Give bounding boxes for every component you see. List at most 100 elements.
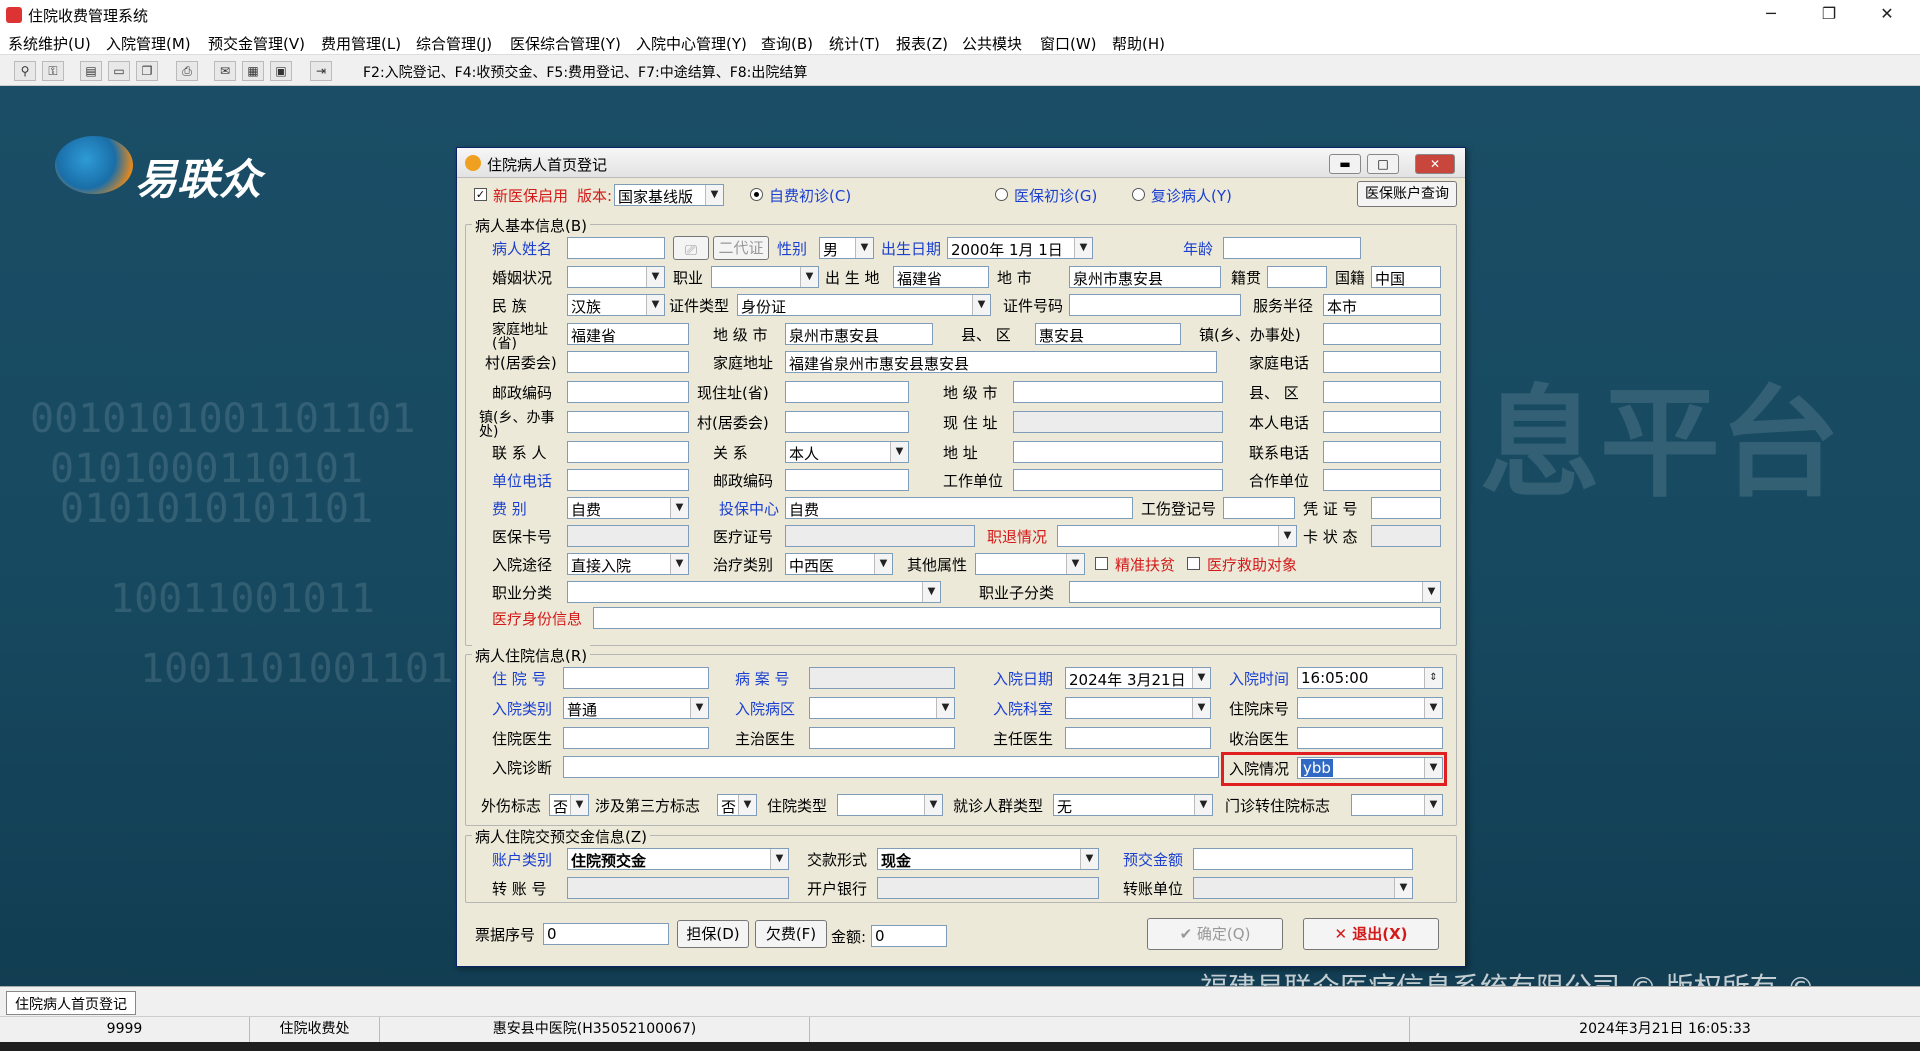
close-button[interactable]: ✕ bbox=[1864, 0, 1910, 30]
cur-village-field[interactable] bbox=[785, 411, 909, 433]
job-sub-select[interactable]: ▼ bbox=[1069, 581, 1441, 603]
money-field[interactable]: 0 bbox=[871, 925, 947, 947]
admit-way-select[interactable]: 直接入院 ▼ bbox=[567, 553, 689, 575]
age-field[interactable] bbox=[1223, 237, 1361, 259]
bed-select[interactable]: ▼ bbox=[1297, 697, 1443, 719]
monitor-icon[interactable]: ▭ bbox=[108, 61, 130, 81]
cur-town-field[interactable] bbox=[567, 411, 689, 433]
radius-field[interactable]: 本市 bbox=[1323, 294, 1441, 316]
menu-stats[interactable]: 统计(T) bbox=[829, 33, 880, 54]
trauma-select[interactable]: 否 ▼ bbox=[549, 794, 589, 816]
self-pay-radio[interactable] bbox=[750, 188, 763, 201]
retire-select[interactable]: ▼ bbox=[1057, 525, 1297, 547]
version-select[interactable]: 国家基线版 ▼ bbox=[614, 184, 724, 206]
hosp-no-field[interactable] bbox=[563, 667, 709, 689]
admit-time-field[interactable]: 16:05:00 ⇕ bbox=[1297, 667, 1443, 689]
addr-field[interactable] bbox=[1013, 441, 1223, 463]
home-prov-field[interactable]: 福建省 bbox=[567, 323, 689, 345]
tab-patient-registration[interactable]: 住院病人首页登记 bbox=[6, 991, 136, 1015]
card-reader-icon[interactable]: ⎚ bbox=[673, 236, 709, 260]
new-insurance-checkbox[interactable]: ✓ bbox=[474, 188, 487, 201]
work-unit-field[interactable] bbox=[1013, 469, 1223, 491]
relief-checkbox[interactable] bbox=[1187, 557, 1200, 570]
report-icon[interactable]: ▦ bbox=[242, 61, 264, 81]
card-state-field[interactable] bbox=[1371, 525, 1441, 547]
dob-picker[interactable]: 2000年 1月 1日 ▼ bbox=[947, 237, 1093, 259]
search-icon[interactable]: ⚲ bbox=[14, 61, 36, 81]
coop-unit-field[interactable] bbox=[1323, 469, 1441, 491]
acct-type-select[interactable]: 住院预交金 ▼ bbox=[567, 848, 789, 870]
treat-type-select[interactable]: 中西医 ▼ bbox=[785, 553, 893, 575]
med-identity-field[interactable] bbox=[593, 607, 1441, 629]
exit-icon[interactable]: ⇥ bbox=[310, 61, 332, 81]
city-field[interactable]: 泉州市惠安县 bbox=[1069, 266, 1221, 288]
relation-select[interactable]: 本人 ▼ bbox=[785, 441, 909, 463]
case-no-field[interactable] bbox=[809, 667, 955, 689]
cur-addr-field[interactable] bbox=[1013, 411, 1223, 433]
admit-kind-select[interactable]: 普通 ▼ bbox=[563, 697, 709, 719]
account-query-button[interactable]: 医保账户查询 bbox=[1357, 181, 1457, 207]
document-icon[interactable]: ▤ bbox=[80, 61, 102, 81]
amount-field[interactable] bbox=[1193, 848, 1413, 870]
doctor-field[interactable] bbox=[563, 727, 709, 749]
ins-center-field[interactable]: 自费 bbox=[785, 497, 1133, 519]
ward-select[interactable]: ▼ bbox=[809, 697, 955, 719]
idno-field[interactable] bbox=[1069, 294, 1241, 316]
attending-field[interactable] bbox=[809, 727, 955, 749]
cur-city-field[interactable] bbox=[1013, 381, 1223, 403]
contact-phone-field[interactable] bbox=[1323, 441, 1441, 463]
receipt-field[interactable]: 0 bbox=[543, 923, 669, 945]
exit-button[interactable]: ✕ 退出(X) bbox=[1303, 918, 1439, 950]
name-field[interactable] bbox=[567, 237, 665, 259]
dialog-minimize-button[interactable]: ▬ bbox=[1329, 154, 1361, 174]
bank-field[interactable] bbox=[877, 877, 1099, 899]
revisit-radio[interactable] bbox=[1132, 188, 1145, 201]
transfer-unit-select[interactable]: ▼ bbox=[1193, 877, 1413, 899]
dept-select[interactable]: ▼ bbox=[1065, 697, 1211, 719]
sex-select[interactable]: 男 ▼ bbox=[819, 237, 874, 259]
pay-form-select[interactable]: 现金 ▼ bbox=[877, 848, 1099, 870]
county-field[interactable]: 惠安县 bbox=[1035, 323, 1181, 345]
arrears-button[interactable]: 欠费(F) bbox=[755, 920, 827, 948]
injury-no-field[interactable] bbox=[1223, 497, 1295, 519]
condition-select[interactable]: ybb ▼ bbox=[1297, 757, 1443, 779]
menu-deposit[interactable]: 预交金管理(V) bbox=[208, 33, 305, 54]
menu-query[interactable]: 查询(B) bbox=[761, 33, 813, 54]
id2-button[interactable]: 二代证 bbox=[713, 236, 769, 260]
contact-field[interactable] bbox=[567, 441, 689, 463]
my-phone-field[interactable] bbox=[1323, 411, 1441, 433]
menu-help[interactable]: 帮助(H) bbox=[1112, 33, 1165, 54]
town-field[interactable] bbox=[1323, 323, 1441, 345]
home-addr-field[interactable]: 福建省泉州市惠安县惠安县 bbox=[785, 351, 1217, 373]
outpatient-select[interactable]: ▼ bbox=[1351, 794, 1443, 816]
menu-window[interactable]: 窗口(W) bbox=[1040, 33, 1097, 54]
menu-insurance[interactable]: 医保综合管理(Y) bbox=[510, 33, 621, 54]
menu-general[interactable]: 综合管理(J) bbox=[416, 33, 492, 54]
menu-report[interactable]: 报表(Z) bbox=[896, 33, 948, 54]
receiver-field[interactable] bbox=[1297, 727, 1443, 749]
med-cert-field[interactable] bbox=[785, 525, 975, 547]
fee-type-select[interactable]: 自费 ▼ bbox=[567, 497, 689, 519]
ins-card-field[interactable] bbox=[567, 525, 689, 547]
menu-system[interactable]: 系统维护(U) bbox=[8, 33, 91, 54]
restore-button[interactable]: ❐ bbox=[1806, 0, 1852, 30]
menu-admission[interactable]: 入院管理(M) bbox=[106, 33, 191, 54]
hosp-type-select[interactable]: ▼ bbox=[837, 794, 943, 816]
home-city-field[interactable]: 泉州市惠安县 bbox=[785, 323, 933, 345]
job-class-select[interactable]: ▼ bbox=[567, 581, 941, 603]
voucher-field[interactable] bbox=[1371, 497, 1441, 519]
transfer-no-field[interactable] bbox=[567, 877, 789, 899]
calendar-icon[interactable]: ▣ bbox=[270, 61, 292, 81]
printer-icon[interactable]: ⎙ bbox=[176, 61, 198, 81]
idtype-select[interactable]: 身份证 ▼ bbox=[737, 294, 991, 316]
chat-icon[interactable]: ✉ bbox=[214, 61, 236, 81]
menu-center[interactable]: 入院中心管理(Y) bbox=[636, 33, 747, 54]
ok-button[interactable]: ✔ 确定(Q) bbox=[1147, 918, 1283, 950]
postcode2-field[interactable] bbox=[785, 469, 909, 491]
other-attr-select[interactable]: ▼ bbox=[975, 553, 1085, 575]
dialog-maximize-button[interactable]: □ bbox=[1367, 154, 1399, 174]
copy-icon[interactable]: ❐ bbox=[136, 61, 158, 81]
insurance-first-radio[interactable] bbox=[995, 188, 1008, 201]
admit-date-picker[interactable]: 2024年 3月21日 ▼ bbox=[1065, 667, 1211, 689]
nation-field[interactable]: 中国 bbox=[1371, 266, 1441, 288]
